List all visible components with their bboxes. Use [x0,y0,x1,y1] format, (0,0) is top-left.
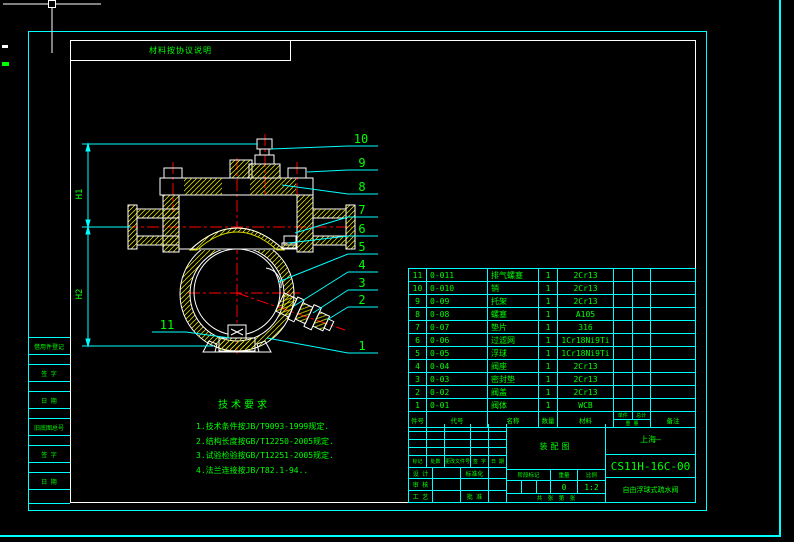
parts-table-body: 11 0-011 排气螺塞 1 2Cr13 10 0-010 销 1 2Cr13 9 0-09 托架 1 2… [408,268,696,412]
sign-cell: 标准化 [461,468,489,479]
view-label-cell: 装配图 [507,424,606,470]
parts-row: 7 0-07 垫片 1 316 [408,320,696,334]
parts-row: 4 0-04 阀座 1 2Cr13 [408,359,696,373]
sign-cell: 批 准 [461,491,489,503]
sign-cell: 工 艺 [409,491,433,503]
margin-cell: 借用件登记 [28,338,70,355]
revision-rows [409,424,507,456]
revision-header-cell: 日 期 [489,456,507,468]
sign-row: 审 核 [409,479,507,491]
margin-cell [28,490,70,504]
margin-cell: 日 期 [28,392,70,409]
margin-cell [28,382,70,392]
revision-row [409,448,507,456]
margin-cell [28,463,70,473]
sign-row: 设 计 标准化 [409,468,507,479]
scale-value: 1:2 [578,481,606,494]
header-total-weight: 总计 [636,413,647,419]
tech-req-item: 3.试验检验按GB/T12251-2005规定. [196,451,334,460]
viewport-right-edge [779,0,781,537]
material-note-text: 材料按协议说明 [149,46,212,55]
revision-row [409,440,507,448]
margin-cell: 签 字 [28,446,70,463]
parts-row: 10 0-010 销 1 2Cr13 [408,281,696,295]
parts-row: 8 0-08 螺塞 1 A105 [408,307,696,321]
margin-column: 借用件登记签 字日 期旧底图总号签 字日 期 [28,337,70,504]
margin-cell [28,436,70,446]
revision-header-cell: 处数 [427,456,445,468]
revision-header-cell: 更改文件号 [445,456,471,468]
parts-list: 11 0-011 排气螺塞 1 2Cr13 10 0-010 销 1 2Cr13 9 0-09 托架 1 2… [408,268,696,428]
parts-row: 2 0-02 阀盖 1 2Cr13 [408,385,696,399]
edge-mark [2,45,8,48]
stage-cell [507,481,522,494]
viewport-bottom-edge [0,535,781,537]
margin-cell: 签 字 [28,365,70,382]
sign-cell [433,468,461,479]
stage-cell [537,481,551,494]
sign-cell [433,491,461,503]
sign-cell [489,491,507,503]
weight-value: 0 [551,481,578,494]
company-cell: 上海— [606,424,696,455]
margin-cell [28,409,70,419]
stage-label: 阶段标记 [507,470,551,481]
parts-row: 6 0-06 过滤网 1 1Cr18Ni9Ti [408,333,696,347]
tech-req-item: 2.结构长度按GB/T12250-2005规定. [196,436,334,446]
weight-label: 重量 [551,470,578,481]
parts-row: 1 0-01 阀体 1 WCB [408,398,696,412]
tech-req-items: 1.技术条件按JB/T9093-1999规定. 2.结构长度按GB/T12250-… [196,420,411,478]
revision-header-cell: 签 字 [471,456,489,468]
edge-mark [2,62,9,66]
sign-rows: 设 计 标准化审 核工 艺 批 准 [409,468,507,503]
sign-cell: 审 核 [409,479,433,491]
parts-row: 3 0-03 密封垫 1 2Cr13 [408,372,696,386]
sign-cell [489,479,507,491]
revision-row [409,424,507,432]
cad-drawing-canvas[interactable]: 材料按协议说明 借用件登记签 字日 期旧底图总号签 字日 期 技术要求 1.技术… [0,0,794,542]
header-unit-weight: 单件 [615,412,633,419]
parts-row: 11 0-011 排气螺塞 1 2Cr13 [408,268,696,282]
parts-row: 9 0-09 托架 1 2Cr13 [408,294,696,308]
technical-requirements: 技术要求 1.技术条件按JB/T9093-1999规定. 2.结构长度按GB/T1… [196,396,411,478]
sign-row: 工 艺批 准 [409,491,507,503]
tech-req-title: 技术要求 [218,400,270,411]
margin-cell: 旧底图总号 [28,419,70,436]
scale-label: 比例 [578,470,606,481]
sign-cell [489,468,507,479]
revision-header-cell: 标记 [409,456,427,468]
tech-req-item: 4.法兰连接按JB/T82.1-94.. [196,465,309,475]
sign-cell: 设 计 [409,468,433,479]
stage-cell [522,481,537,494]
sheet-count: 共 张 第 张 [507,494,606,503]
revision-row [409,432,507,440]
margin-cell [28,355,70,365]
drawing-number: CS11H-16C-00 [606,455,696,478]
revision-header: 标记 处数 更改文件号签 字日 期 [409,456,507,468]
sign-cell [433,479,461,491]
material-note-box: 材料按协议说明 [70,40,291,61]
tech-req-item: 1.技术条件按JB/T9093-1999规定. [196,422,330,431]
product-name: 自由浮球式疏水阀 [606,478,696,503]
sign-cell [461,479,489,491]
parts-row: 5 0-05 浮球 1 1Cr18Ni9Ti [408,346,696,360]
title-block: 标记 处数 更改文件号签 字日 期 设 计 标准化审 核工 艺 批 准 装配图 阶段标记… [408,424,696,503]
margin-cell: 日 期 [28,473,70,490]
